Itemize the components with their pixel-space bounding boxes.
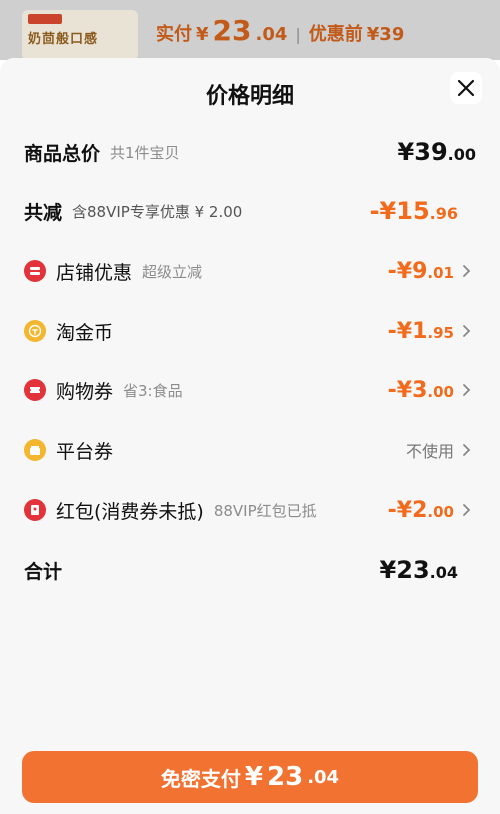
amount-int: 1 bbox=[412, 318, 428, 344]
amount-dec: .01 bbox=[427, 263, 454, 282]
amount-int: 23 bbox=[396, 556, 430, 584]
row-grand-total: 合计 ¥23.04 bbox=[24, 552, 476, 588]
red-packet-amount: -¥ 2.00 bbox=[388, 498, 454, 523]
actual-price-dec: .04 bbox=[255, 24, 288, 45]
row-goods-total: 商品总价 共1件宝贝 ¥39.00 bbox=[24, 134, 476, 170]
pay-button-label: 免密支付 bbox=[160, 766, 241, 791]
pay-button-currency: ¥ bbox=[244, 762, 263, 792]
amount-dec: .00 bbox=[427, 382, 454, 401]
actual-currency: ¥ bbox=[196, 24, 209, 45]
amount-sign: -¥ bbox=[387, 258, 413, 284]
store-coupon-icon bbox=[24, 260, 46, 282]
sheet-title: 价格明细 bbox=[205, 84, 294, 109]
grand-total-label: 合计 bbox=[24, 560, 63, 583]
row-store-discount[interactable]: 店铺优惠 超级立减 -¥ 9.01 bbox=[24, 253, 476, 289]
actual-pay-label: 实付 bbox=[156, 24, 192, 45]
actual-price-int: 23 bbox=[212, 14, 252, 47]
store-discount-detail: 超级立减 bbox=[142, 262, 203, 281]
store-discount-amount: -¥ 9.01 bbox=[388, 259, 454, 284]
product-thumbnail: 奶茴般口感 bbox=[22, 10, 138, 60]
amount-dec: .95 bbox=[427, 323, 454, 342]
amount-int: 3 bbox=[412, 377, 428, 403]
pay-button-amount-int: 23 bbox=[267, 762, 304, 792]
goods-total-amount: ¥39.00 bbox=[398, 138, 476, 166]
row-platform-coupon[interactable]: 平台券 不使用 bbox=[24, 432, 476, 468]
price-detail-sheet: 价格明细 商品总价 共1件宝贝 ¥39.00 共减 含88VIP专享优惠 ¥ 2… bbox=[0, 58, 500, 814]
chevron-right-icon bbox=[462, 324, 476, 338]
amount-sign: -¥ bbox=[387, 497, 413, 523]
amount-int: 39 bbox=[414, 138, 448, 166]
row-taojinbi[interactable]: 淘金币 -¥ 1.95 bbox=[24, 313, 476, 349]
platform-coupon-value: 不使用 bbox=[405, 442, 454, 461]
currency-symbol: ¥ bbox=[379, 556, 397, 584]
row-red-packet[interactable]: 红包(消费券未抵) 88VIP红包已抵 -¥ 2.00 bbox=[24, 492, 476, 528]
amount-dec: .00 bbox=[427, 502, 454, 521]
product-name: 奶茴般口感 bbox=[28, 32, 99, 47]
before-discount-price: ¥39 bbox=[366, 24, 405, 45]
amount-dec: .96 bbox=[429, 204, 458, 223]
goods-total-label: 商品总价 bbox=[24, 142, 101, 165]
amount-dec: .00 bbox=[447, 145, 476, 164]
taojinbi-label: 淘金币 bbox=[56, 321, 114, 344]
background-product-bar: 奶茴般口感 实付 ¥ 23.04 | 优惠前 ¥39 bbox=[0, 0, 500, 60]
close-button[interactable] bbox=[450, 72, 482, 104]
amount-int: 15 bbox=[396, 197, 430, 225]
pay-button-amount-dec: .04 bbox=[307, 766, 340, 788]
chevron-right-icon bbox=[462, 443, 476, 457]
chevron-right-icon bbox=[462, 383, 476, 397]
store-discount-label: 店铺优惠 bbox=[56, 261, 133, 284]
amount-sign: -¥ bbox=[387, 318, 413, 344]
taojinbi-amount: -¥ 1.95 bbox=[388, 319, 454, 344]
platform-coupon-icon bbox=[24, 439, 46, 461]
shopping-voucher-amount: -¥ 3.00 bbox=[388, 378, 454, 403]
red-packet-icon bbox=[24, 499, 46, 521]
taojinbi-coin-icon bbox=[24, 320, 46, 342]
reduction-amount: -¥ 15.96 bbox=[370, 197, 458, 225]
amount-dec: .04 bbox=[429, 563, 458, 582]
shopping-voucher-detail: 省3:食品 bbox=[123, 381, 183, 400]
close-icon bbox=[457, 79, 475, 97]
password-free-pay-button[interactable]: 免密支付 ¥23.04 bbox=[22, 751, 478, 803]
amount-int: 2 bbox=[412, 497, 428, 523]
background-price: 实付 ¥ 23.04 | 优惠前 ¥39 bbox=[156, 14, 404, 47]
row-shopping-voucher[interactable]: 购物券 省3:食品 -¥ 3.00 bbox=[24, 372, 476, 408]
product-tag bbox=[28, 14, 62, 24]
red-packet-label: 红包(消费券未抵) bbox=[56, 500, 204, 523]
amount-sign: -¥ bbox=[387, 377, 413, 403]
amount-sign: -¥ bbox=[369, 197, 397, 225]
before-discount-label: 优惠前 bbox=[308, 24, 363, 45]
grand-total-amount: ¥23.04 bbox=[380, 556, 458, 584]
chevron-right-icon bbox=[462, 503, 476, 517]
shopping-voucher-icon bbox=[24, 379, 46, 401]
price-separator: | bbox=[295, 25, 301, 44]
goods-total-count: 共1件宝贝 bbox=[110, 143, 180, 162]
red-packet-detail: 88VIP红包已抵 bbox=[213, 501, 317, 520]
platform-coupon-label: 平台券 bbox=[56, 440, 114, 463]
reduction-label: 共减 bbox=[24, 201, 63, 224]
amount-int: 9 bbox=[412, 258, 428, 284]
shopping-voucher-label: 购物券 bbox=[56, 380, 114, 403]
reduction-detail: 含88VIP专享优惠 ¥ 2.00 bbox=[72, 202, 243, 221]
currency-symbol: ¥ bbox=[397, 138, 415, 166]
row-total-reduction: 共减 含88VIP专享优惠 ¥ 2.00 -¥ 15.96 bbox=[24, 193, 476, 229]
chevron-right-icon bbox=[462, 264, 476, 278]
